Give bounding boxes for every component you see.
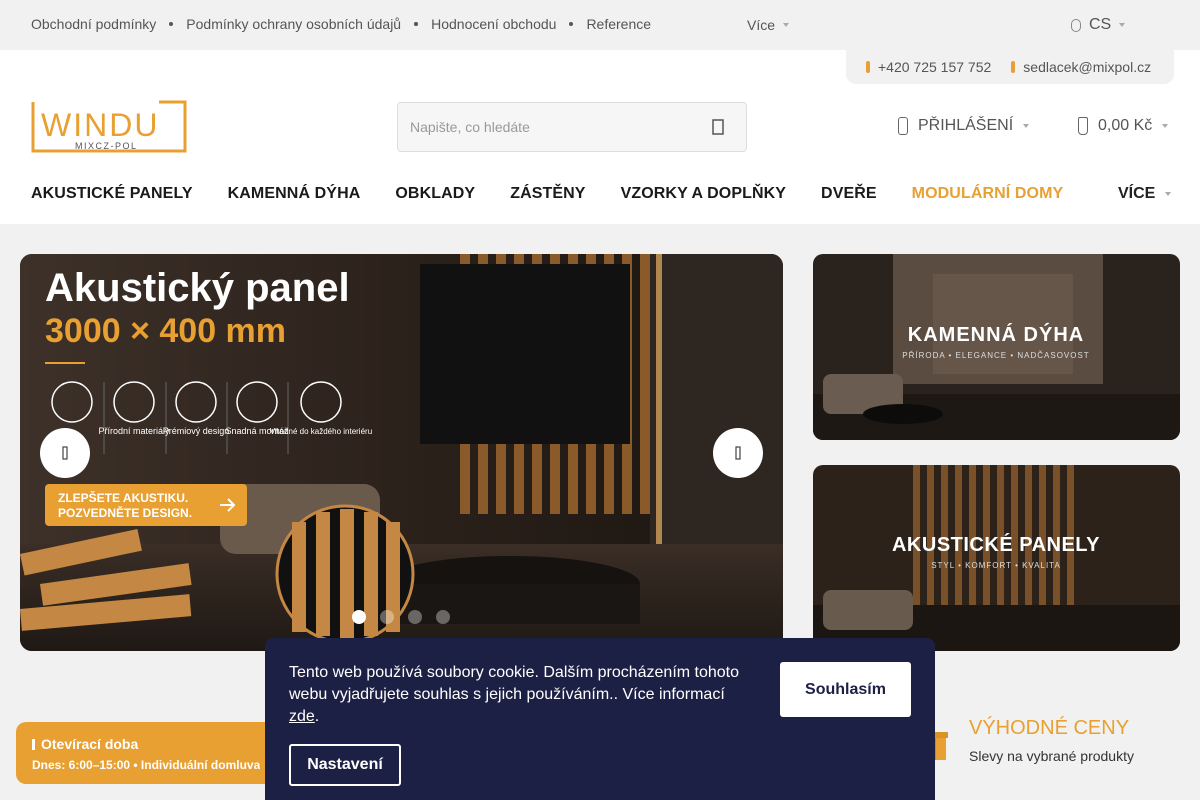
chevron-down-icon [1119, 23, 1126, 27]
top-bar: Obchodní podmínky Podmínky ochrany osobn… [0, 0, 1200, 50]
login-label: PŘIHLÁŠENÍ [918, 117, 1014, 134]
slider-dot-4[interactable] [436, 610, 450, 624]
hours-header: Otevírací doba [32, 736, 260, 752]
nav-kamenna-dyha[interactable]: KAMENNÁ DÝHA [228, 185, 361, 203]
chevron-down-icon [1023, 124, 1030, 128]
separator-dot [569, 22, 574, 26]
top-more-label: Více [747, 17, 776, 33]
nav-obklady[interactable]: OBKLADY [395, 185, 475, 203]
phone-icon [866, 61, 870, 73]
benefit-vyhodne-ceny: VÝHODNÉ CENY Slevy na vybrané produkty [969, 717, 1134, 764]
top-links: Obchodní podmínky Podmínky ochrany osobn… [31, 16, 651, 32]
search-icon[interactable] [710, 117, 728, 137]
phone-contact[interactable]: +420 725 157 752 [866, 59, 991, 75]
cookie-more-link[interactable]: zde [289, 708, 315, 725]
slider-dot-2[interactable] [380, 610, 394, 624]
contact-strip: +420 725 157 752 sedlacek@mixpol.cz [846, 50, 1174, 84]
language-label: CS [1089, 16, 1112, 33]
windu-logo-icon: WINDU MIXCZ-POL [31, 100, 187, 153]
cookie-agree-button[interactable]: Souhlasím [780, 662, 911, 717]
slider-dots [352, 610, 450, 624]
cookie-text-end: . [314, 708, 320, 725]
main-nav: AKUSTICKÉ PANELY KAMENNÁ DÝHA OBKLADY ZÁ… [31, 185, 1098, 203]
hero-feature-1: Přírodní materiály [98, 426, 170, 436]
cookie-consent-bar: Tento web používá soubory cookie. Dalším… [265, 638, 935, 800]
hero-title: Akustický panel [45, 266, 350, 310]
hero-cta-line2: POZVEDNĚTE DESIGN. [58, 505, 192, 520]
cookie-text: Tento web používá soubory cookie. Dalším… [289, 664, 740, 703]
hero-cta-line1: ZLEPŠETE AKUSTIKU. [58, 490, 188, 505]
nav-more-label: VÍCE [1118, 185, 1156, 202]
benefit-title: VÝHODNÉ CENY [969, 717, 1130, 739]
link-obchodni-podminky[interactable]: Obchodní podmínky [31, 16, 156, 32]
globe-icon [1071, 18, 1081, 32]
email-contact[interactable]: sedlacek@mixpol.cz [1011, 59, 1151, 75]
nav-vzorky[interactable]: VZORKY A DOPLŇKY [621, 185, 786, 203]
hero-slider[interactable]: Akustický panel 3000 × 400 mm Přírodní m… [20, 254, 783, 651]
site-header: +420 725 157 752 sedlacek@mixpol.cz WIND… [0, 50, 1200, 224]
banner2-title: AKUSTICKÉ PANELY [892, 533, 1100, 556]
link-reference[interactable]: Reference [586, 16, 651, 32]
clock-icon [32, 738, 35, 750]
slider-prev-button[interactable] [40, 428, 90, 478]
banner2-subtitle: STYL • KOMFORT • KVALITA [931, 561, 1061, 570]
site-logo[interactable]: WINDU MIXCZ-POL [31, 100, 187, 153]
banner1-subtitle: PŘÍRODA • ELEGANCE • NADČASOVOST [902, 351, 1089, 360]
nav-akusticke-panely[interactable]: AKUSTICKÉ PANELY [31, 185, 193, 203]
logo-subtext: MIXCZ-POL [75, 141, 138, 151]
banner-akusticke-panely[interactable]: AKUSTICKÉ PANELY STYL • KOMFORT • KVALIT… [813, 465, 1180, 651]
login-button[interactable]: PŘIHLÁŠENÍ [898, 117, 1030, 135]
hours-title: Otevírací doba [41, 736, 139, 752]
banner-kamenna-dyha[interactable]: KAMENNÁ DÝHA PŘÍRODA • ELEGANCE • NADČAS… [813, 254, 1180, 440]
slider-dot-3[interactable] [408, 610, 422, 624]
opening-hours-widget[interactable]: Otevírací doba Dnes: 6:00–15:00 • Indivi… [16, 722, 276, 784]
separator-dot [414, 22, 419, 26]
chevron-right-icon [735, 446, 741, 460]
cart-total: 0,00 Kč [1098, 117, 1153, 134]
separator-dot [169, 22, 174, 26]
search-input[interactable] [398, 103, 698, 151]
cart-button[interactable]: 0,00 Kč [1078, 117, 1169, 135]
nav-zasteny[interactable]: ZÁSTĚNY [510, 185, 585, 203]
phone-number: +420 725 157 752 [878, 59, 992, 75]
hero-size: 3000 × 400 mm [45, 312, 286, 350]
slider-next-button[interactable] [713, 428, 763, 478]
nav-dvere[interactable]: DVEŘE [821, 185, 877, 203]
nav-modularni-domy[interactable]: MODULÁRNÍ DOMY [912, 185, 1064, 203]
akusticke-panely-image: AKUSTICKÉ PANELY STYL • KOMFORT • KVALIT… [813, 465, 1180, 651]
benefit-subtitle: Slevy na vybrané produkty [969, 748, 1134, 764]
top-more-menu[interactable]: Více [747, 17, 790, 33]
cart-icon [1078, 117, 1088, 135]
slider-dot-1[interactable] [352, 610, 366, 624]
hours-today: Dnes: 6:00–15:00 • Individuální domluva: [32, 758, 260, 772]
cookie-text-block: Tento web používá soubory cookie. Dalším… [289, 662, 749, 728]
chevron-down-icon [783, 23, 790, 27]
cookie-settings-button[interactable]: Nastavení [289, 744, 401, 786]
mail-icon [1011, 61, 1016, 73]
nav-more-menu[interactable]: VÍCE [1118, 185, 1172, 203]
banner1-title: KAMENNÁ DÝHA [908, 322, 1084, 346]
logo-text: WINDU [41, 107, 159, 143]
chevron-down-icon [1165, 192, 1172, 196]
language-selector[interactable]: CS [1071, 16, 1126, 34]
kamenna-dyha-image: KAMENNÁ DÝHA PŘÍRODA • ELEGANCE • NADČAS… [813, 254, 1180, 440]
hero-feature-4: Vhodné do každého interiéru [270, 427, 372, 436]
user-icon [898, 117, 908, 135]
search-box [397, 102, 747, 152]
hero-banner-image: Akustický panel 3000 × 400 mm Přírodní m… [20, 254, 783, 651]
link-hodnoceni[interactable]: Hodnocení obchodu [431, 16, 556, 32]
chevron-left-icon [62, 446, 68, 460]
link-ochrana-udaju[interactable]: Podmínky ochrany osobních údajů [186, 16, 401, 32]
chevron-down-icon [1162, 124, 1169, 128]
email-address: sedlacek@mixpol.cz [1023, 59, 1152, 75]
hero-feature-2: Prémiový design [163, 426, 230, 436]
